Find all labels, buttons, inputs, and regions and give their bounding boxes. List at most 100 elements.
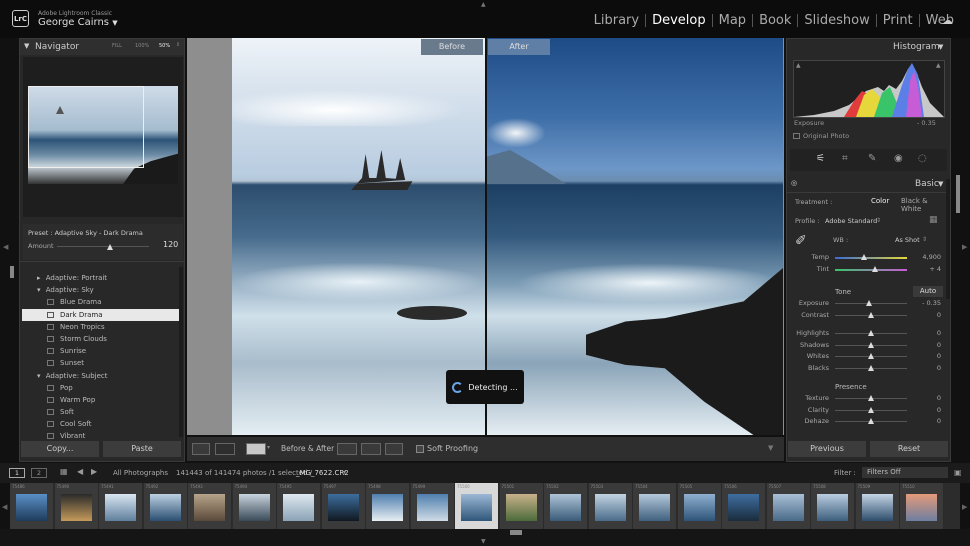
preset-item[interactable]: Storm Clouds [22, 333, 182, 345]
preset-group[interactable]: ▸ Adaptive: Portrait [22, 272, 182, 284]
toolbar-menu-icon[interactable]: ▼ [768, 444, 773, 452]
navigator-view-rectangle[interactable] [28, 86, 144, 168]
slider-value[interactable]: 0 [913, 394, 941, 402]
slider-knob[interactable] [868, 311, 874, 318]
temp-slider-track[interactable] [835, 257, 907, 259]
preset-item[interactable]: Neon Tropics [22, 321, 182, 333]
filmstrip-thumbnail[interactable]: 75504 [633, 483, 677, 529]
filmstrip-thumbnail[interactable]: 75498 [366, 483, 410, 529]
highlight-clipping-icon[interactable]: ▲ [936, 62, 941, 69]
filmstrip-scroll-left-icon[interactable]: ◀ [2, 503, 7, 511]
edit-sliders-icon[interactable]: ⚟ [816, 153, 825, 164]
previous-button[interactable]: Previous [788, 441, 866, 457]
filename[interactable]: _MG_7622.CR2 [296, 469, 349, 477]
filmstrip-thumbnail[interactable]: 75490 [54, 483, 99, 529]
amount-slider-knob[interactable] [107, 244, 113, 250]
slider-value[interactable]: 0 [913, 341, 941, 349]
filmstrip-thumbnail[interactable]: 75492 [143, 483, 188, 529]
filmstrip-thumbnail[interactable]: 75499 [410, 483, 455, 529]
preset-item[interactable]: Cool Soft [22, 418, 182, 430]
filter-dropdown[interactable]: Filters Off [862, 467, 948, 478]
navigator-header[interactable]: ▼ Navigator FILL 100% 50% ⇕ [20, 39, 184, 55]
slider-value[interactable]: - 0.35 [913, 299, 941, 307]
preset-item[interactable]: Warm Pop [22, 394, 182, 406]
navigator-collapse-icon[interactable]: ▼ [24, 42, 29, 50]
slider-value[interactable]: 0 [913, 417, 941, 425]
swap-button[interactable] [385, 443, 403, 455]
lock-icon[interactable]: ▣ [954, 468, 962, 477]
expand-right-icon[interactable]: ▸ [37, 274, 43, 282]
back-arrow-icon[interactable]: ◀ [77, 467, 83, 476]
collapse-left-icon[interactable]: ◀ [3, 243, 8, 251]
preset-item[interactable]: Sunrise [22, 345, 182, 357]
amount-value[interactable]: 120 [163, 240, 178, 249]
collapse-top-icon[interactable]: ▲ [481, 1, 486, 8]
filmstrip-thumbnail[interactable]: 75502 [544, 483, 588, 529]
filmstrip-thumbnail[interactable]: 75508 [811, 483, 855, 529]
source-label[interactable]: All Photographs [113, 469, 168, 477]
right-scrollbar[interactable] [946, 179, 950, 299]
temp-slider-knob[interactable] [860, 254, 867, 260]
slider-knob[interactable] [865, 300, 872, 306]
filmstrip-thumbnail[interactable]: 75507 [766, 483, 811, 529]
chevron-updown-icon[interactable]: ⇕ [922, 236, 927, 243]
masking-icon[interactable]: ◌ [918, 153, 927, 164]
preset-item[interactable]: Sunset [22, 357, 182, 369]
user-name[interactable]: George Cairns ▼ [38, 17, 118, 28]
filmstrip-thumbnail[interactable]: 75510 [900, 483, 944, 529]
module-print[interactable]: Print [877, 14, 920, 27]
filmstrip-thumbnail[interactable]: 75500 [455, 483, 499, 529]
module-library[interactable]: Library [588, 14, 647, 27]
preset-group[interactable]: ▾ Adaptive: Subject [22, 370, 182, 382]
filmstrip-thumbnail[interactable]: 75501 [499, 483, 544, 529]
split-view-button[interactable] [246, 443, 266, 455]
filmstrip-thumbnail[interactable]: 75491 [99, 483, 143, 529]
module-slideshow[interactable]: Slideshow [798, 14, 877, 27]
left-panel-handle[interactable] [10, 266, 14, 278]
slider-knob[interactable] [868, 353, 874, 359]
copy-before-to-after-button[interactable] [337, 443, 357, 455]
filmstrip-thumbnail[interactable]: 75495 [277, 483, 321, 529]
collapse-bottom-icon[interactable]: ▼ [481, 538, 486, 545]
slider-value[interactable]: 0 [913, 311, 941, 319]
filmstrip-thumbnail[interactable]: 75494 [232, 483, 277, 529]
tint-value[interactable]: + 4 [913, 265, 941, 273]
zoom-100[interactable]: 100% [135, 43, 149, 49]
preset-item[interactable]: Pop [22, 382, 182, 394]
auto-tone-button[interactable]: Auto [913, 286, 943, 297]
slider-value[interactable]: 0 [913, 406, 941, 414]
histogram-collapse-icon[interactable]: ▼ [938, 43, 943, 51]
tint-slider-knob[interactable] [871, 266, 878, 272]
soft-proofing-checkbox[interactable] [416, 445, 424, 453]
filmstrip-thumbnail[interactable]: 75486 [10, 483, 54, 529]
zoom-fill[interactable]: FILL [112, 43, 122, 49]
slider-value[interactable]: 0 [913, 329, 941, 337]
amount-slider-track[interactable] [57, 246, 149, 247]
eyedropper-icon[interactable]: ✐ [795, 233, 807, 249]
copy-after-to-before-button[interactable] [361, 443, 381, 455]
slider-knob[interactable] [868, 341, 874, 348]
preset-item[interactable]: Blue Drama [22, 296, 182, 308]
page-2-button[interactable]: 2 [31, 468, 47, 478]
visibility-eye-icon[interactable]: ◎ [791, 179, 797, 187]
temp-value[interactable]: 4,900 [913, 253, 941, 261]
filmstrip-scroll-right-icon[interactable]: ▶ [962, 503, 967, 511]
expand-down-icon[interactable]: ▾ [37, 372, 43, 380]
expand-down-icon[interactable]: ▾ [37, 286, 43, 294]
slider-knob[interactable] [868, 364, 874, 371]
filmstrip-thumbnail[interactable]: 75505 [677, 483, 722, 529]
healing-icon[interactable]: ✎ [868, 153, 876, 164]
zoom-50[interactable]: 50% [159, 43, 170, 49]
filmstrip-scrollbar-thumb[interactable] [510, 530, 522, 535]
page-1-button[interactable]: 1 [9, 468, 25, 478]
shadow-clipping-icon[interactable]: ▲ [796, 62, 801, 69]
preset-item[interactable]: Dark Drama [22, 308, 182, 321]
module-map[interactable]: Map [713, 14, 754, 27]
filmstrip-thumbnail[interactable]: 75509 [855, 483, 900, 529]
module-develop[interactable]: Develop [646, 14, 713, 27]
before-after-view-button[interactable] [215, 443, 235, 455]
module-web[interactable]: Web [920, 14, 960, 27]
forward-arrow-icon[interactable]: ▶ [91, 467, 97, 476]
chevron-updown-icon[interactable]: ⇕ [876, 217, 881, 224]
slider-knob[interactable] [868, 395, 874, 401]
